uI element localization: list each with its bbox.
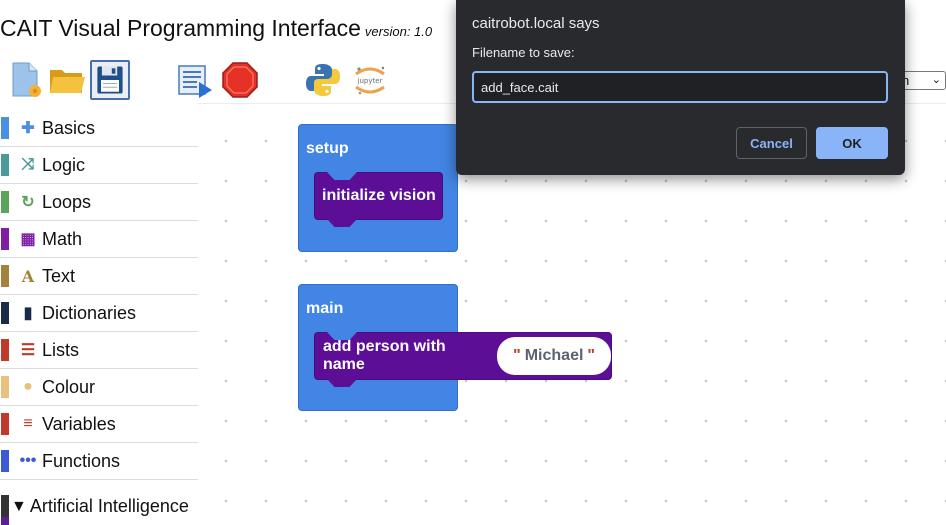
category-label: Basics (42, 117, 96, 138)
category-color-bar (1, 376, 9, 398)
main-block-title: main (306, 300, 344, 317)
category-label: Text (42, 265, 76, 286)
chevron-down-icon: ⌄ (931, 74, 941, 86)
new-file-icon[interactable] (5, 60, 45, 100)
variables-icon: ≡ (23, 415, 33, 432)
list-icon: ☰ (20, 342, 36, 359)
jupyter-icon[interactable]: jupyter (350, 60, 390, 100)
category-label: Colour (42, 376, 96, 397)
category-color-bar (1, 191, 9, 213)
category-color-bar (1, 302, 9, 324)
calculator-icon: ▦ (20, 231, 36, 248)
functions-icon: ••• (19, 452, 37, 469)
partial-select[interactable]: n ⌄ (900, 71, 946, 90)
setup-block-title: setup (306, 140, 349, 157)
dialog-title: caitrobot.local says (472, 15, 600, 32)
category-loops[interactable]: ↻ Loops (0, 184, 198, 221)
category-lists[interactable]: ☰ Lists (0, 332, 198, 369)
category-color-bar (1, 450, 9, 472)
category-artificial-intelligence[interactable]: ▼ Artificial Intelligence (0, 488, 198, 525)
category-color-bar (1, 154, 9, 176)
app-title-text: CAIT Visual Programming Interface (0, 15, 361, 41)
category-math[interactable]: ▦ Math (0, 221, 198, 258)
category-label: Logic (42, 154, 86, 175)
collapse-triangle-icon[interactable]: ▼ (11, 498, 27, 516)
initialize-vision-label: initialize vision (322, 187, 436, 204)
category-basics[interactable]: ✚ Basics (0, 110, 198, 147)
category-label: Functions (42, 450, 121, 471)
puzzle-icon: ✚ (21, 120, 35, 137)
page-title: CAIT Visual Programming Interface version… (0, 15, 432, 42)
category-label: Dictionaries (42, 302, 137, 323)
category-label: Loops (42, 191, 92, 212)
category-dictionaries[interactable]: ▮ Dictionaries (0, 295, 198, 332)
palette-icon: ● (23, 378, 33, 395)
category-label: Math (42, 228, 83, 249)
open-quote: " (513, 347, 521, 364)
toolbox: ✚ Basics ⤨ Logic ↻ Loops ▦ Math A Text ▮… (0, 110, 198, 525)
loop-icon: ↻ (21, 194, 35, 211)
jupyter-label: jupyter (357, 77, 383, 85)
open-folder-icon[interactable] (47, 60, 87, 100)
category-color-bar (1, 117, 9, 139)
name-string-field[interactable]: " Michael " (497, 337, 611, 375)
subcategory-color-bar (1, 517, 9, 525)
cancel-button[interactable]: Cancel (736, 127, 807, 159)
category-functions[interactable]: ••• Functions (0, 443, 198, 480)
initialize-vision-block[interactable]: initialize vision (314, 172, 443, 227)
page: CAIT Visual Programming Interface version… (0, 0, 946, 525)
category-color-bar (1, 265, 9, 287)
category-label: Variables (42, 413, 116, 434)
ok-button[interactable]: OK (816, 127, 888, 159)
filename-input[interactable] (472, 71, 888, 103)
text-icon: A (21, 266, 35, 286)
name-string-value: Michael (524, 347, 584, 364)
category-colour[interactable]: ● Colour (0, 369, 198, 406)
run-icon[interactable] (175, 60, 215, 100)
category-label: Lists (42, 339, 80, 360)
dialog-prompt: Filename to save: (472, 45, 575, 60)
stop-icon[interactable] (220, 60, 260, 100)
category-color-bar (1, 494, 9, 519)
block-notch (327, 172, 357, 180)
shuffle-icon: ⤨ (21, 156, 35, 173)
add-person-block[interactable]: add person with name " Michael " (314, 332, 612, 387)
category-color-bar (1, 413, 9, 435)
save-icon[interactable] (90, 60, 130, 100)
python-icon[interactable] (303, 60, 343, 100)
category-color-bar (1, 228, 9, 250)
category-logic[interactable]: ⤨ Logic (0, 147, 198, 184)
category-color-bar (1, 339, 9, 361)
save-dialog: caitrobot.local says Filename to save: C… (456, 0, 905, 175)
category-label: Artificial Intelligence (29, 496, 189, 516)
add-person-label: add person with name (323, 338, 446, 373)
close-quote: " (587, 347, 595, 364)
category-variables[interactable]: ≡ Variables (0, 406, 198, 443)
category-text[interactable]: A Text (0, 258, 198, 295)
book-icon: ▮ (23, 305, 33, 322)
app-version: version: 1.0 (364, 24, 433, 39)
